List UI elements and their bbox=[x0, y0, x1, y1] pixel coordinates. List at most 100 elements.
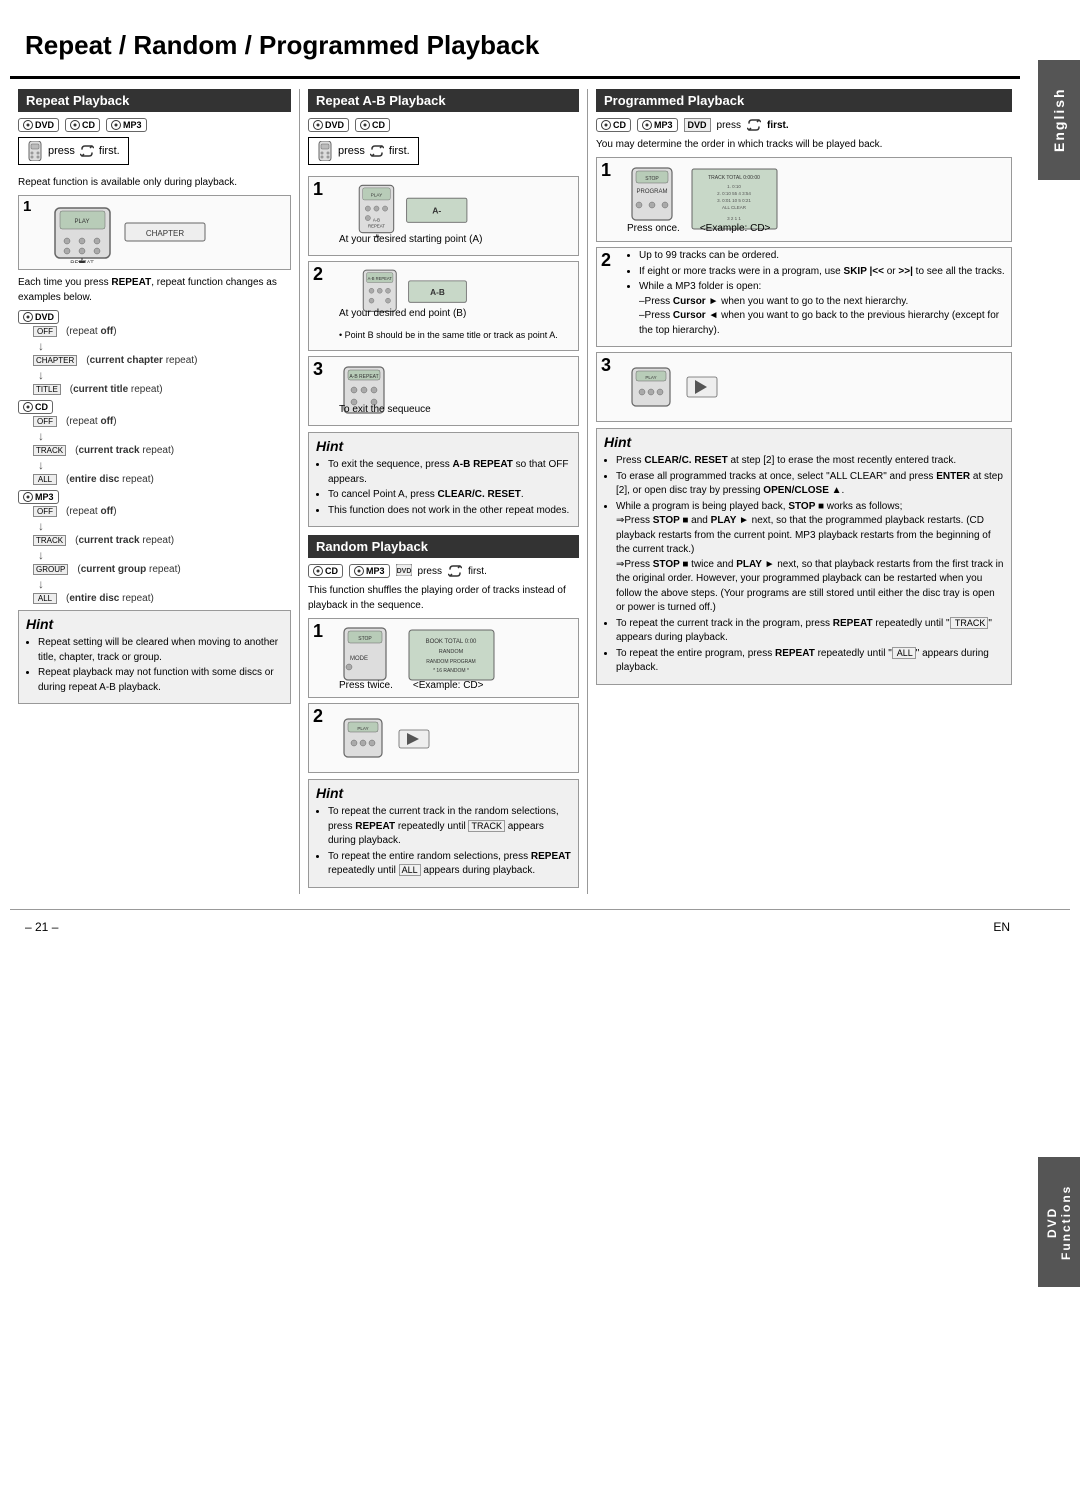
random-hint-title: Hint bbox=[316, 785, 571, 801]
press-text: press bbox=[48, 145, 75, 157]
page-footer: – 21 – EN bbox=[10, 909, 1070, 939]
ab-step-1: 1 PLAY A-B REPEAT A bbox=[308, 176, 579, 256]
random-step-2: 2 PLAY bbox=[308, 703, 579, 773]
mp3-mode-section: MP3 OFF (repeat off) ↓ TRACK (current tr… bbox=[18, 490, 291, 604]
arrow-6: ↓ bbox=[38, 548, 291, 562]
english-label: English bbox=[1051, 88, 1067, 153]
step3-caption: To exit the sequeuce bbox=[339, 402, 431, 417]
repeat-instruction: Each time you press REPEAT, repeat funct… bbox=[18, 275, 291, 305]
arrow-1: ↓ bbox=[38, 339, 291, 353]
prog-hint-1: Press CLEAR/C. RESET at step [2] to eras… bbox=[616, 454, 1004, 469]
random-cd-badge: CD bbox=[308, 564, 343, 578]
prog-hint-title: Hint bbox=[604, 434, 1004, 450]
footer-page-number: – 21 – bbox=[25, 920, 58, 934]
first-text: first. bbox=[99, 145, 120, 157]
random-hint-2: To repeat the entire random selections, … bbox=[328, 850, 571, 879]
svg-text:REPEAT: REPEAT bbox=[368, 224, 385, 229]
repeat-hint-list: Repeat setting will be cleared when movi… bbox=[26, 636, 283, 695]
ab-hint-1: To exit the sequence, press A-B REPEAT s… bbox=[328, 458, 571, 487]
repeat-hint-box: Hint Repeat setting will be cleared when… bbox=[18, 610, 291, 704]
random-hint-box: Hint To repeat the current track in the … bbox=[308, 779, 579, 888]
random-step1-labels: Press twice. <Example: CD> bbox=[339, 680, 484, 691]
random-step-1-num: 1 bbox=[313, 621, 323, 642]
prog-hint-4: To repeat the current track in the progr… bbox=[616, 617, 1004, 646]
figure-1-label: 1 bbox=[23, 198, 31, 215]
svg-text:A-B: A-B bbox=[373, 217, 380, 222]
repeat-playback-header: Repeat Playback bbox=[18, 89, 291, 112]
random-step-1: 1 STOP BOOK TOTAL 0:00 RANDOM RANDOM PRO… bbox=[308, 618, 579, 698]
repeat-intro: Repeat function is available only during… bbox=[18, 175, 291, 190]
svg-text:TRACK TOTAL 0:00:00: TRACK TOTAL 0:00:00 bbox=[708, 175, 760, 181]
middle-column: Repeat A-B Playback DVD CD bbox=[300, 89, 588, 894]
mp3-mode-group: GROUP (current group repeat) bbox=[33, 564, 291, 575]
svg-text:RANDOM: RANDOM bbox=[439, 649, 464, 655]
prog-cd-badge: CD bbox=[596, 118, 631, 132]
prog-example-cd: <Example: CD> bbox=[700, 223, 771, 234]
svg-text:PLAY: PLAY bbox=[645, 375, 656, 380]
cd-mode-all: ALL (entire disc repeat) bbox=[33, 474, 291, 485]
programmed-media-icons: CD MP3 DVD press first. bbox=[596, 118, 1012, 132]
svg-text:STOP: STOP bbox=[358, 636, 372, 642]
repeat-media-icons: DVD CD MP3 bbox=[18, 118, 291, 132]
dvd-mode-off: OFF (repeat off) bbox=[33, 326, 291, 337]
programmed-playback-column: Programmed Playback CD MP3 DVD press bbox=[588, 89, 1020, 894]
repeat-playback-column: Repeat Playback DVD CD MP3 bbox=[10, 89, 300, 894]
mp3-section-title: MP3 bbox=[18, 490, 291, 504]
prog-diagram-3: PLAY bbox=[627, 365, 847, 410]
ab-hint-2: To cancel Point A, press CLEAR/C. RESET. bbox=[328, 488, 571, 503]
ab-hint-box: Hint To exit the sequence, press A-B REP… bbox=[308, 432, 579, 527]
columns-container: Repeat Playback DVD CD MP3 bbox=[10, 89, 1020, 894]
dvd-mode-section: DVD OFF (repeat off) ↓ CHAPTER (current … bbox=[18, 310, 291, 395]
dvd-mode-chain: OFF (repeat off) ↓ CHAPTER (current chap… bbox=[33, 326, 291, 395]
svg-text:MODE: MODE bbox=[350, 656, 368, 662]
prog-hint-box: Hint Press CLEAR/C. RESET at step [2] to… bbox=[596, 428, 1012, 685]
prog-step2-notes: Up to 99 tracks can be ordered. If eight… bbox=[627, 249, 1007, 339]
prog-press-text: press bbox=[717, 120, 741, 131]
ab-press-text: press bbox=[338, 145, 365, 157]
ab-hint-title: Hint bbox=[316, 438, 571, 454]
repeat-ab-media: DVD CD bbox=[308, 118, 579, 132]
prog-hint-2: To erase all programmed tracks at once, … bbox=[616, 470, 1004, 499]
ab-diagram-1: PLAY A-B REPEAT A- bbox=[339, 181, 569, 237]
svg-text:CHAPTER: CHAPTER bbox=[145, 229, 183, 238]
ab-dvd-badge: DVD bbox=[308, 118, 349, 132]
page-title: Repeat / Random / Programmed Playback bbox=[10, 20, 1020, 79]
random-dvd-note: DVD bbox=[396, 564, 412, 578]
svg-text:3 2 1 1: 3 2 1 1 bbox=[727, 216, 741, 221]
repeat-ab-header: Repeat A-B Playback bbox=[308, 89, 579, 112]
random-media-icons: CD MP3 DVD press bbox=[308, 564, 579, 578]
step1-caption: At your desired starting point (A) bbox=[339, 232, 482, 247]
arrow-5: ↓ bbox=[38, 519, 291, 533]
press-once-label: Press once. bbox=[627, 223, 680, 234]
random-diagram-1: STOP BOOK TOTAL 0:00 RANDOM RANDOM PROGR… bbox=[339, 625, 569, 685]
repeat-figure-1: 1 PLAY CHAPTER bbox=[18, 195, 291, 270]
cd-badge-2: CD bbox=[18, 400, 53, 414]
svg-text:ALL CLEAR: ALL CLEAR bbox=[722, 205, 747, 210]
svg-text:PLAY: PLAY bbox=[74, 219, 89, 225]
step-3-num: 3 bbox=[313, 359, 323, 380]
random-hint-list: To repeat the current track in the rando… bbox=[316, 805, 571, 879]
mp3-mode-track: TRACK (current track repeat) bbox=[33, 535, 291, 546]
ab-cd-badge: CD bbox=[355, 118, 390, 132]
programmed-intro: You may determine the order in which tra… bbox=[596, 137, 1012, 152]
press-twice-label: Press twice. bbox=[339, 680, 393, 691]
svg-text:BOOK TOTAL 0:00: BOOK TOTAL 0:00 bbox=[426, 639, 477, 645]
repeat-diagram-1: PLAY CHAPTER REPEAT bbox=[45, 203, 265, 263]
prog-press-icon bbox=[747, 119, 761, 131]
prog-hint-list: Press CLEAR/C. RESET at step [2] to eras… bbox=[604, 454, 1004, 676]
ab-step-2: 2 A-B REPEAT A-B At your desired end poi… bbox=[308, 261, 579, 351]
prog-first-text: first. bbox=[767, 120, 789, 131]
prog-note-3: While a MP3 folder is open:–Press Cursor… bbox=[639, 280, 1007, 338]
arrow-3: ↓ bbox=[38, 429, 291, 443]
ab-remote-icon bbox=[317, 141, 333, 161]
arrow-2: ↓ bbox=[38, 368, 291, 382]
step-1-num: 1 bbox=[313, 179, 323, 200]
mp3-mode-off: OFF (repeat off) bbox=[33, 506, 291, 517]
prog-note-2: If eight or more tracks were in a progra… bbox=[639, 265, 1007, 280]
dvd-badge: DVD bbox=[18, 118, 59, 132]
ab-repeat-icon bbox=[370, 145, 384, 157]
random-mp3-badge: MP3 bbox=[349, 564, 390, 578]
svg-text:DVD: DVD bbox=[396, 568, 411, 575]
step2-note: • Point B should be in the same title or… bbox=[339, 329, 558, 343]
ab-first-text: first. bbox=[389, 145, 410, 157]
